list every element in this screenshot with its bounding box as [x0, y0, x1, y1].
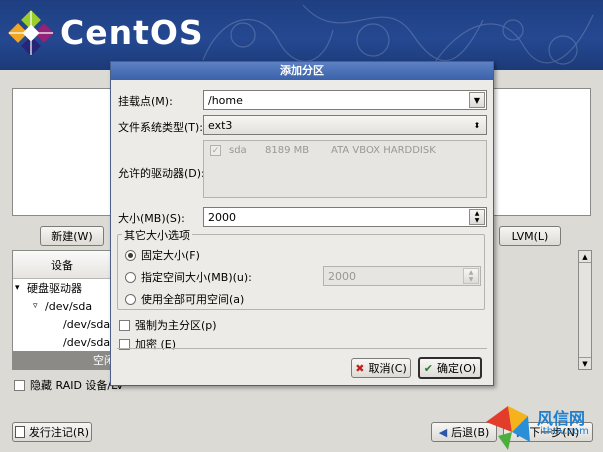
notes-icon [14, 426, 25, 438]
mount-point-label: 挂载点(M): [118, 95, 173, 108]
fs-type-value: ext3 [208, 118, 233, 132]
tree-row-label: /dev/sda [45, 299, 93, 313]
centos-logo-icon [8, 10, 54, 56]
fs-type-label: 文件系统类型(T): [118, 121, 204, 134]
radio-max-size-indicator[interactable] [125, 271, 136, 283]
table-scrollbar[interactable]: ▲ ▼ [578, 250, 592, 370]
back-arrow-icon: ◀ [438, 425, 448, 439]
max-size-value: 2000 [328, 269, 356, 283]
mount-point-value: /home [208, 93, 243, 107]
allowed-drives-list: ✓ sda 8189 MB ATA VBOX HARDDISK [203, 140, 487, 198]
dialog-separator [117, 348, 487, 349]
device-column-label: 设备 [51, 258, 73, 272]
cancel-x-icon: ✖ [355, 361, 365, 375]
banner-swirl-decoration [202, 4, 594, 66]
cancel-button-label: 取消(C) [368, 362, 407, 375]
new-partition-button[interactable]: 新建(W) [40, 226, 104, 246]
tree-row-label: 硬盘驱动器 [27, 282, 82, 295]
drive-checkbox[interactable]: ✓ [210, 145, 221, 156]
allowed-drives-label: 允许的驱动器(D): [118, 167, 205, 180]
centos-logo-text: CentOS [60, 13, 204, 52]
mount-point-combo[interactable]: /home ▼ [203, 90, 487, 110]
force-primary-checkbox[interactable] [119, 319, 130, 331]
radio-fill-all-indicator[interactable] [125, 293, 136, 305]
size-label: 大小(MB)(S): [118, 212, 185, 225]
radio-fixed-size-label: 固定大小(F) [141, 249, 200, 262]
radio-fill-all[interactable]: 使用全部可用空间(a) [125, 291, 244, 307]
drive-model: ATA VBOX HARDDISK [331, 145, 436, 156]
force-primary-label: 强制为主分区(p) [135, 319, 217, 332]
scroll-up-icon[interactable]: ▲ [579, 251, 591, 263]
tree-expander-icon[interactable]: ▾ [15, 283, 27, 293]
drive-size: 8189 MB [265, 145, 310, 156]
release-notes-label: 发行注记(R) [28, 426, 90, 439]
radio-max-size[interactable]: 指定空间大小(MB)(u): [125, 269, 252, 285]
force-primary-row[interactable]: 强制为主分区(p) [119, 317, 217, 333]
release-notes-button[interactable]: 发行注记(R) [12, 422, 92, 442]
radio-fill-all-label: 使用全部可用空间(a) [141, 293, 245, 306]
chevron-down-icon[interactable]: ▼ [469, 92, 485, 108]
tree-expander-icon[interactable]: ▿ [33, 301, 45, 311]
dialog-title: 添加分区 [111, 62, 493, 80]
drive-row[interactable]: ✓ sda 8189 MB ATA VBOX HARDDISK [204, 141, 486, 160]
tree-row-label: /dev/sda1 [63, 317, 118, 331]
lvm-button-label: LVM(L) [511, 229, 549, 243]
watermark-url: ithov.com [540, 426, 589, 437]
tree-row-label: /dev/sda2 [63, 335, 118, 349]
spin-arrows-icon[interactable]: ▲ ▼ [469, 209, 485, 225]
lvm-button[interactable]: LVM(L) [499, 226, 561, 246]
scroll-down-icon[interactable]: ▼ [579, 357, 591, 369]
radio-max-size-label: 指定空间大小(MB)(u): [141, 271, 252, 284]
radio-fixed-size-indicator[interactable] [125, 249, 136, 261]
ok-check-icon: ✔ [423, 361, 433, 375]
spin-arrows-disabled-icon: ▲ ▼ [463, 268, 479, 284]
centos-banner: CentOS [0, 0, 603, 70]
add-partition-dialog: 添加分区 挂载点(M): /home ▼ 文件系统类型(T): ext3 ⬍ 允… [110, 61, 494, 386]
drive-name: sda [229, 145, 247, 156]
radio-fixed-size[interactable]: 固定大小(F) [125, 247, 200, 263]
fs-type-select[interactable]: ext3 ⬍ [203, 115, 487, 135]
updown-arrows-icon: ⬍ [473, 120, 481, 130]
encrypt-row[interactable]: 加密 (E) [119, 336, 176, 352]
size-spinbutton[interactable]: 2000 ▲ ▼ [203, 207, 487, 227]
cancel-button[interactable]: ✖ 取消(C) [351, 358, 411, 378]
new-button-label: 新建(W) [51, 230, 93, 243]
tree-row-label: 空闲 [93, 354, 115, 367]
other-size-legend: 其它大小选项 [122, 227, 192, 243]
max-size-spinbutton[interactable]: 2000 ▲ ▼ [323, 266, 481, 286]
ok-button-label: 确定(O) [436, 362, 477, 375]
encrypt-label: 加密 (E) [135, 338, 177, 351]
hide-raid-checkbox-row[interactable]: 隐藏 RAID 设备/LV [14, 377, 124, 393]
hide-raid-checkbox[interactable] [14, 379, 25, 391]
ok-button[interactable]: ✔ 确定(O) [418, 357, 482, 379]
size-value: 2000 [208, 210, 236, 224]
